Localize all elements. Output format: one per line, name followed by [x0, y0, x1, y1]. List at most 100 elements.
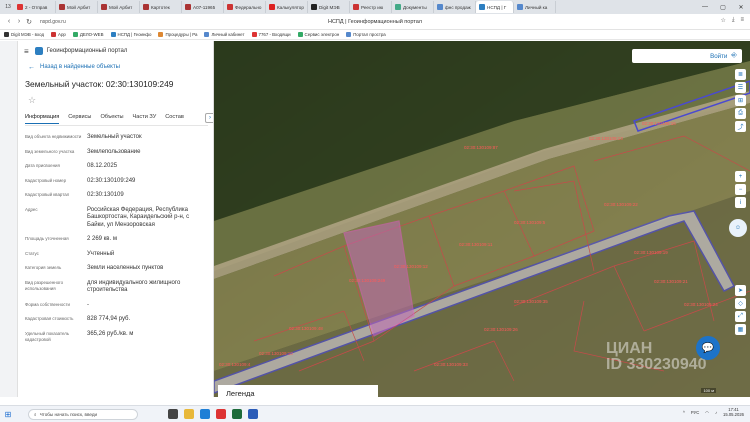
explorer-icon[interactable] — [184, 409, 194, 419]
start-icon[interactable]: ⊞ — [0, 406, 16, 422]
taskbar-search[interactable]: ⌕ Чтобы начать поиск, введи — [28, 408, 138, 420]
zoom-out-icon[interactable]: − — [735, 184, 746, 195]
bookmark-item[interactable]: ДЕЛО-WEB — [72, 32, 104, 37]
object-info-panel: ≡ Геоинформационный портал ← Назад в най… — [18, 41, 214, 397]
share-icon[interactable]: ⤴ — [735, 121, 746, 132]
zoom-in-icon[interactable]: + — [735, 171, 746, 182]
back-to-results-link[interactable]: ← Назад в найденные объекты — [18, 61, 213, 73]
svg-text:02:30:130109:21: 02:30:130109:21 — [654, 279, 688, 284]
close-icon[interactable]: ✕ — [732, 0, 750, 14]
wifi-icon[interactable]: ◠ — [705, 410, 709, 415]
excel-icon[interactable] — [232, 409, 242, 419]
watermark: ЦИАН ID 330230940 — [606, 340, 707, 373]
bookmark-item[interactable]: Процедуры | Ра — [158, 32, 197, 37]
browser-tab[interactable]: НСПД | Г — [476, 1, 514, 13]
maximize-icon[interactable]: ▢ — [714, 0, 732, 14]
bookmark-item[interactable]: 7767 - Входящи — [251, 32, 291, 37]
forward-nav-icon[interactable]: › — [14, 18, 24, 25]
browser-tab[interactable]: Мой Арбит — [98, 1, 140, 13]
window-controls: — ▢ ✕ — [696, 0, 750, 14]
word-icon[interactable] — [248, 409, 258, 419]
browser-tab[interactable]: Документы — [392, 1, 434, 13]
browser-tab-label: Документы — [403, 4, 427, 10]
info-icon[interactable]: i — [735, 197, 746, 208]
login-button[interactable]: Войти ⎆ — [632, 49, 742, 63]
basemap-icon[interactable]: ▦ — [735, 324, 746, 335]
browser-tab[interactable]: Реестр ию — [350, 1, 392, 13]
chevron-up-icon[interactable]: ^ — [683, 410, 685, 415]
url-field[interactable]: nspd.gov.ru — [40, 19, 66, 25]
volume-icon[interactable]: ♪ — [715, 410, 717, 415]
info-tab[interactable]: Информация — [25, 114, 60, 124]
property-key: Кадастровая стоимость — [25, 316, 74, 321]
bookmark-label: App — [58, 32, 66, 37]
property-key: Кадастровый номер — [25, 177, 67, 183]
svg-text:02:30:130109:4: 02:30:130109:4 — [219, 362, 251, 367]
browser-tab[interactable]: Digit МЭВ — [308, 1, 350, 13]
chat-icon[interactable]: 💬 — [696, 336, 720, 360]
favorite-star-icon[interactable]: ☆ — [18, 89, 213, 109]
bookmark-icon[interactable]: ☆ — [720, 17, 725, 24]
yandex-icon[interactable] — [216, 409, 226, 419]
task-view-icon[interactable] — [168, 409, 178, 419]
property-list: Вид объекта недвижимости Земельный участо… — [18, 126, 213, 343]
property-key: Удельный показатель кадастровой — [25, 330, 70, 342]
reload-icon[interactable]: ↻ — [24, 18, 34, 26]
bookmark-item[interactable]: НСПД | Геоинфо — [110, 32, 151, 37]
browser-tab[interactable]: фнс продаж — [434, 1, 476, 13]
info-tab[interactable]: Объекты — [100, 114, 123, 123]
browser-tab[interactable]: Федерально — [224, 1, 266, 13]
back-label: Назад в найденные объекты — [40, 64, 120, 70]
compass-icon[interactable]: ◇ — [735, 298, 746, 309]
ruler-icon[interactable]: ⊞ — [735, 95, 746, 106]
print-icon[interactable]: ⎙ — [735, 108, 746, 119]
system-tray: ^ РУС ◠ ♪ 17:41 15.05.2026 — [683, 407, 744, 417]
cadastral-map[interactable]: 02:30:130109:87 02:30:130109:13 02:30:13… — [214, 41, 750, 397]
browser-tab[interactable]: А07-11965 — [182, 1, 224, 13]
back-nav-icon[interactable]: ‹ — [4, 18, 14, 25]
svg-text:02:30:130109:10: 02:30:130109:10 — [259, 351, 293, 356]
bookmark-item[interactable]: Портал простра — [346, 32, 386, 37]
property-key: Категория земель — [25, 265, 62, 270]
hamburger-icon[interactable]: ≡ — [24, 47, 29, 56]
bookmark-item[interactable]: Личный кабинет — [204, 32, 245, 37]
lang-indicator[interactable]: РУС — [691, 410, 699, 415]
bookmark-label: Digit МЭВ - вход — [11, 32, 45, 37]
legend-toggle[interactable]: Легенда — [218, 385, 378, 397]
info-tabs: Информация Сервисы Объекты Части ЗУ Состав › — [25, 112, 213, 126]
info-tab[interactable]: Части ЗУ — [133, 114, 157, 123]
bookmark-item[interactable]: App — [51, 32, 66, 37]
browser-tab-label: Федерально — [235, 4, 262, 10]
assistant-icon[interactable]: ☺ — [729, 219, 747, 237]
bookmark-favicon-icon — [51, 32, 57, 37]
page-bottom-strip — [18, 397, 750, 405]
property-value: 828 774,94 руб. — [87, 316, 131, 322]
browser-tab-label: Личный ка — [525, 4, 548, 10]
menu-icon[interactable]: ≡ — [740, 17, 744, 24]
bookmark-item[interactable]: Digit МЭВ - вход — [4, 32, 44, 37]
list-icon[interactable]: ☰ — [735, 82, 746, 93]
tab-count-badge[interactable]: 13 — [2, 1, 14, 13]
info-tab[interactable]: Сервисы — [68, 114, 91, 123]
bookmark-label: Сервис электрон — [304, 32, 340, 37]
browser-tab[interactable]: Картотек — [140, 1, 182, 13]
edge-icon[interactable] — [200, 409, 210, 419]
bookmark-item[interactable]: Сервис электрон — [297, 32, 340, 37]
download-icon[interactable]: ⤓ — [732, 17, 735, 24]
browser-tab[interactable]: Личный ка — [514, 1, 556, 13]
browser-tab[interactable]: 2 - Отправ — [14, 1, 56, 13]
minimize-icon[interactable]: — — [696, 0, 714, 14]
svg-text:02:30:130109:13: 02:30:130109:13 — [589, 136, 623, 141]
property-key: Площадь уточненная — [25, 236, 69, 241]
browser-tab[interactable]: Мой Арбит — [56, 1, 98, 13]
layers-icon[interactable]: ≣ — [735, 69, 746, 80]
locate-icon[interactable]: ➤ — [735, 285, 746, 296]
browser-tab[interactable]: Калькулятор — [266, 1, 308, 13]
property-value: 02:30:130109:249 — [87, 177, 136, 184]
fullscreen-icon[interactable]: ⤢ — [735, 311, 746, 322]
info-tab[interactable]: Состав — [165, 114, 184, 123]
property-row: Вид объекта недвижимости Земельный участо… — [25, 134, 213, 142]
chevron-right-icon[interactable]: › — [205, 113, 213, 123]
property-row: Кадастровый номер 02:30:130109:249 — [25, 178, 213, 186]
clock[interactable]: 17:41 15.05.2026 — [723, 407, 744, 417]
